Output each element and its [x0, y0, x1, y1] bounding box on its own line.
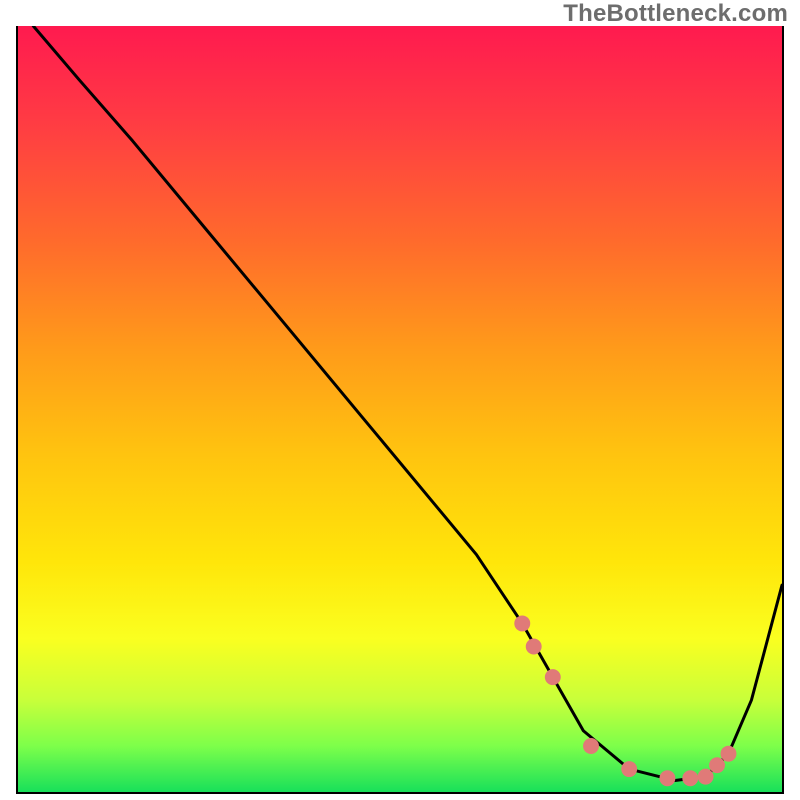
chart-stage: TheBottleneck.com	[0, 0, 800, 800]
watermark-text: TheBottleneck.com	[563, 2, 788, 26]
chart-svg	[18, 26, 782, 792]
plot-area	[16, 26, 784, 794]
highlight-dots	[514, 615, 736, 786]
bottleneck-curve	[33, 26, 782, 781]
